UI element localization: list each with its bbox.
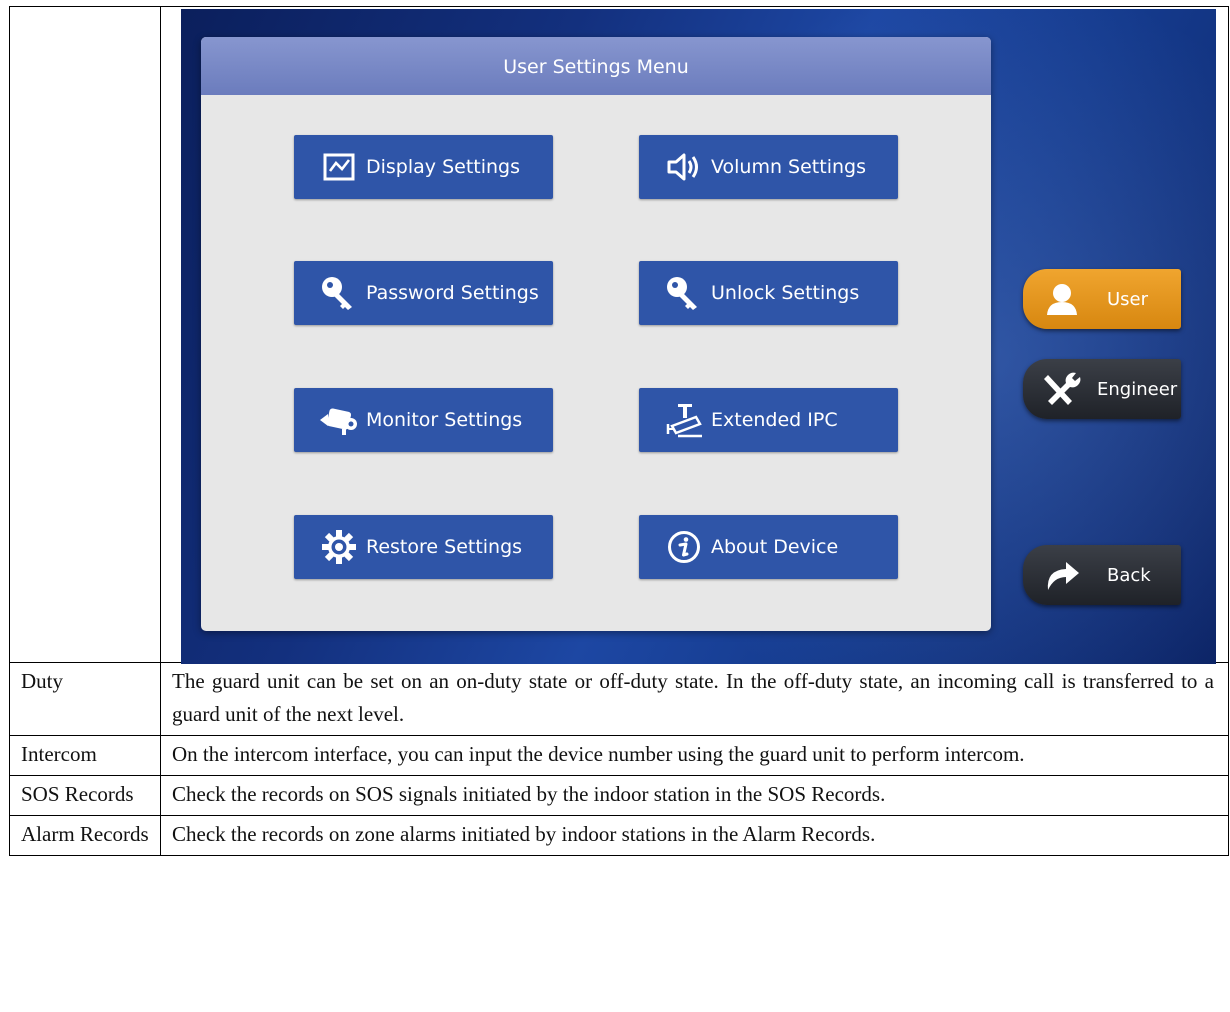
table-row: Alarm Records Check the records on zone … [9,815,1229,856]
row-label: Alarm Records [9,815,161,856]
table-row: Duty The guard unit can be set on an on-… [9,662,1229,736]
about-device-label: About Device [711,536,839,558]
user-settings-dialog: User Settings Menu Display Settings Volu… [201,37,991,631]
info-icon [663,527,705,567]
empty-label-cell [9,6,161,663]
user-icon [1037,282,1087,316]
row-description: The guard unit can be set on an on-duty … [160,662,1229,736]
dialog-title: User Settings Menu [201,37,991,95]
password-settings-button[interactable]: Password Settings [294,261,553,325]
gear-icon [318,527,360,567]
row-description: Check the records on SOS signals initiat… [160,775,1229,816]
back-label: Back [1107,564,1151,586]
back-button[interactable]: Back [1023,545,1181,605]
password-settings-label: Password Settings [366,282,539,304]
user-tab-button[interactable]: User [1023,269,1181,329]
extended-ipc-label: Extended IPC [711,409,838,431]
display-icon [318,147,360,187]
key-icon [663,273,705,313]
table-row: SOS Records Check the records on SOS sig… [9,775,1229,816]
device-screen: User Settings Menu Display Settings Volu… [181,9,1216,664]
unlock-settings-label: Unlock Settings [711,282,860,304]
engineer-tab-label: Engineer [1097,378,1178,400]
engineer-tab-button[interactable]: Engineer [1023,359,1181,419]
row-label: Duty [9,662,161,736]
row-label: Intercom [9,735,161,776]
about-device-button[interactable]: About Device [639,515,898,579]
unlock-settings-button[interactable]: Unlock Settings [639,261,898,325]
row-description: On the intercom interface, you can input… [160,735,1229,776]
wrench-screwdriver-icon [1037,371,1087,407]
monitor-settings-label: Monitor Settings [366,409,523,431]
row-label: SOS Records [9,775,161,816]
speaker-icon [663,147,705,187]
display-settings-button[interactable]: Display Settings [294,135,553,199]
volumn-settings-button[interactable]: Volumn Settings [639,135,898,199]
camera-icon [318,400,360,440]
ipc-camera-icon [663,400,705,440]
user-tab-label: User [1107,288,1149,310]
table-row: Intercom On the intercom interface, you … [9,735,1229,776]
key-icon [318,273,360,313]
row-description: Check the records on zone alarms initiat… [160,815,1229,856]
restore-settings-button[interactable]: Restore Settings [294,515,553,579]
monitor-settings-button[interactable]: Monitor Settings [294,388,553,452]
display-settings-label: Display Settings [366,156,521,178]
back-arrow-icon [1037,558,1087,592]
extended-ipc-button[interactable]: Extended IPC [639,388,898,452]
volumn-settings-label: Volumn Settings [711,156,866,178]
restore-settings-label: Restore Settings [366,536,523,558]
